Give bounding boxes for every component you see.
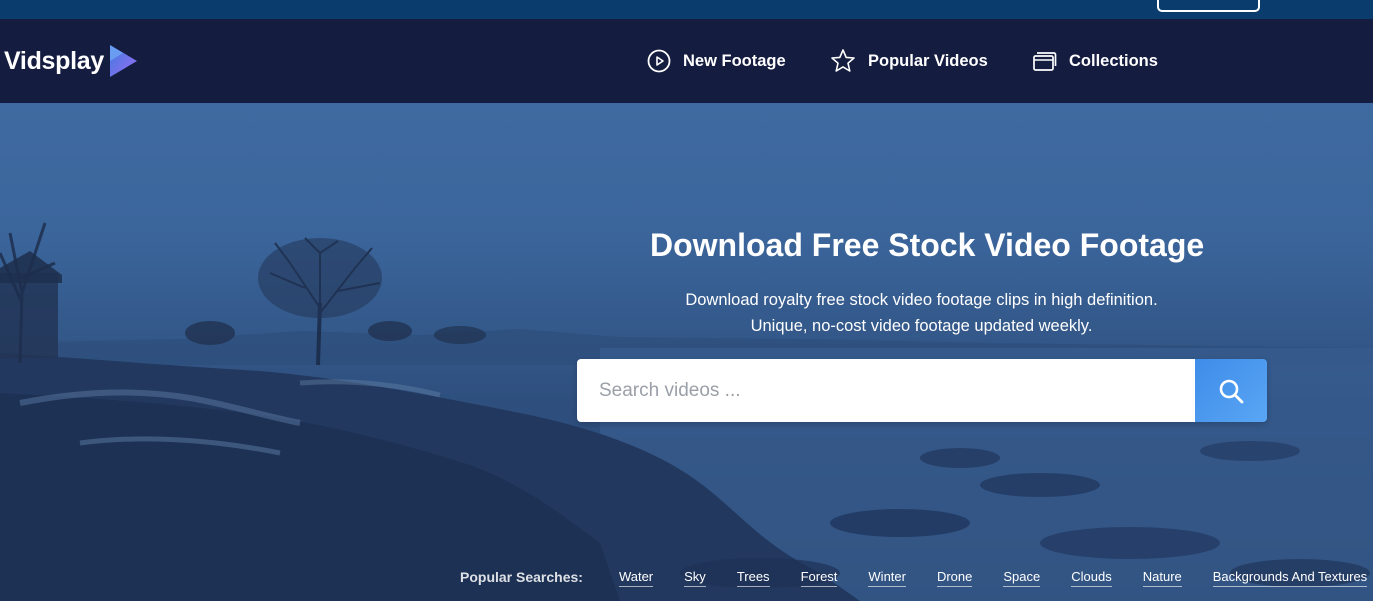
popular-tag-nature[interactable]: Nature <box>1142 569 1182 587</box>
nav-new-footage[interactable]: New Footage <box>647 19 786 103</box>
nav-collections[interactable]: Collections <box>1032 19 1158 103</box>
popular-tag-trees[interactable]: Trees <box>736 569 770 587</box>
popular-tag-space[interactable]: Space <box>1003 569 1041 587</box>
collections-icon <box>1033 52 1057 71</box>
hero-subtitle-line-2: Unique, no-cost video footage updated we… <box>750 317 1093 335</box>
popular-tag-water[interactable]: Water <box>618 569 654 587</box>
search-input[interactable] <box>577 359 1195 422</box>
nav-popular-videos[interactable]: Popular Videos <box>830 19 988 103</box>
logo-text: Vidsplay <box>4 46 104 75</box>
logo[interactable]: Vidsplay <box>4 41 140 81</box>
play-logo-icon <box>109 45 137 77</box>
popular-tag-sky[interactable]: Sky <box>684 569 706 587</box>
play-circle-icon <box>647 49 671 73</box>
hero-subtitle-line-1: Download royalty free stock video footag… <box>685 291 1158 309</box>
navbar: Vidsplay New Footage Popular Videos Coll… <box>0 19 1373 103</box>
search-bar <box>577 359 1267 422</box>
popular-searches-label: Popular Searches: <box>460 569 583 585</box>
popular-tag-winter[interactable]: Winter <box>868 569 906 587</box>
popular-tag-clouds[interactable]: Clouds <box>1071 569 1112 587</box>
nav-label: Collections <box>1069 51 1158 70</box>
top-account-button[interactable] <box>1157 0 1260 12</box>
popular-searches: Popular Searches: Water Sky Trees Forest… <box>460 569 1368 587</box>
search-icon <box>1219 379 1244 403</box>
top-strip <box>0 0 1373 19</box>
hero-subtitle: Download royalty free stock video footag… <box>600 287 1243 339</box>
nav-label: Popular Videos <box>868 51 988 70</box>
hero-section: Download Free Stock Video Footage Downlo… <box>0 103 1373 601</box>
popular-tag-backgrounds-and-textures[interactable]: Backgrounds And Textures <box>1212 569 1368 587</box>
popular-tag-drone[interactable]: Drone <box>936 569 973 587</box>
popular-tag-forest[interactable]: Forest <box>800 569 838 587</box>
page-title: Download Free Stock Video Footage <box>650 227 1205 263</box>
hero-background-image <box>0 222 1373 601</box>
search-button[interactable] <box>1195 359 1267 422</box>
star-icon <box>831 49 855 72</box>
nav-label: New Footage <box>683 51 786 70</box>
